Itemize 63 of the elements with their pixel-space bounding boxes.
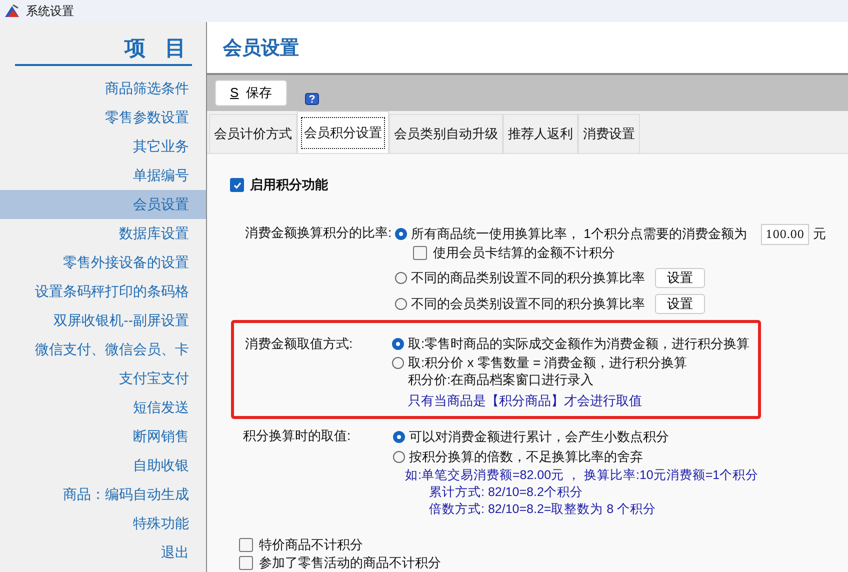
checkbox[interactable]: [239, 538, 253, 552]
amount-field[interactable]: 100.00: [760, 224, 809, 244]
option-label: 按积分换算的倍数，不足换算比率的舍弃: [409, 448, 643, 466]
sidebar-item[interactable]: 设置条码秤打印的条码格: [0, 277, 206, 306]
option-label: 可以对消费金额进行累计，会产生小数点积分: [409, 428, 669, 446]
window-title: 系统设置: [26, 2, 74, 20]
tab[interactable]: 消费设置: [578, 114, 640, 153]
sidebar-item[interactable]: 商品筛选条件: [0, 74, 206, 103]
radio-button[interactable]: [392, 357, 404, 369]
settings-button[interactable]: 设置: [655, 294, 705, 314]
sidebar-item[interactable]: 微信支付、微信会员、卡: [0, 335, 206, 364]
radio-button[interactable]: [392, 338, 404, 350]
example-text: 倍数方式: 82/10=8.2=取整数为 8 个积分: [428, 501, 658, 518]
sidebar-item[interactable]: 特殊功能: [0, 509, 206, 538]
radio-button[interactable]: [395, 272, 407, 284]
tab[interactable]: 会员积分设置: [297, 111, 389, 153]
settings-button[interactable]: 设置: [655, 268, 705, 288]
sidebar-item[interactable]: 其它业务: [0, 132, 206, 161]
example-text: 累计方式: 82/10=8.2个积分: [428, 484, 584, 501]
field-label: 消费金额取值方式:: [244, 335, 354, 353]
radio-button[interactable]: [393, 431, 405, 443]
sidebar-item[interactable]: 单据编号: [0, 161, 206, 190]
option-label: 不同的会员类别设置不同的积分换算比率: [411, 295, 645, 313]
option-label: 取:零售时商品的实际成交金额作为消费金额，进行积分换算: [408, 335, 750, 352]
radio-button[interactable]: [393, 451, 405, 463]
tab[interactable]: 会员计价方式: [209, 114, 297, 153]
check-icon: [232, 180, 242, 190]
sidebar-item[interactable]: 断网销售: [0, 422, 206, 451]
tab[interactable]: 推荐人返利: [503, 114, 578, 153]
option-label: 所有商品统一使用换算比率， 1个积分点需要的消费金额为: [411, 225, 747, 243]
radio-button[interactable]: [395, 228, 407, 240]
sidebar-item[interactable]: 零售外接设备的设置: [0, 248, 206, 277]
checkbox-label: 启用积分功能: [250, 176, 328, 194]
sidebar-item[interactable]: 数据库设置: [0, 219, 206, 248]
example-text: 如:单笔交易消费额=82.00元 ， 换算比率:10元消费额=1个积分: [405, 467, 759, 484]
sidebar-item[interactable]: 短信发送: [0, 393, 206, 422]
field-label: 积分换算时的取值:: [242, 427, 352, 445]
sidebar-item[interactable]: 支付宝支付: [0, 364, 206, 393]
checkbox[interactable]: [413, 246, 427, 260]
sidebar-heading: 项 目: [15, 34, 192, 66]
page-title: 会员设置: [223, 36, 299, 61]
option-label: 不同的商品类别设置不同的积分换算比率: [411, 269, 645, 287]
sidebar-item[interactable]: 自助收银: [0, 451, 206, 480]
checkbox-label: 使用会员卡结算的金额不计积分: [433, 244, 615, 262]
option-label: 取:积分价 x 零售数量 = 消费金额，进行积分换算: [408, 354, 688, 371]
option-label: 积分价:在商品档案窗口进行录入: [408, 371, 595, 388]
sidebar-item[interactable]: 退出: [0, 538, 206, 567]
app-logo-icon: [4, 4, 20, 18]
help-icon[interactable]: [305, 93, 319, 106]
checkbox-label: 参加了零售活动的商品不计积分: [259, 554, 441, 572]
sidebar-item[interactable]: 会员设置: [0, 190, 206, 219]
field-label: 消费金额换算积分的比率:: [244, 224, 393, 242]
sidebar-item[interactable]: 零售参数设置: [0, 103, 206, 132]
checkbox[interactable]: [230, 178, 244, 192]
checkbox-label: 特价商品不计积分: [259, 536, 363, 554]
tab[interactable]: 会员类别自动升级: [389, 114, 503, 153]
checkbox[interactable]: [239, 556, 253, 570]
save-button[interactable]: S 保存: [215, 80, 287, 106]
sidebar-item[interactable]: 商品：编码自动生成: [0, 480, 206, 509]
note-text: 只有当商品是【积分商品】才会进行取值: [408, 392, 643, 410]
unit-label: 元: [812, 225, 826, 243]
radio-button[interactable]: [395, 298, 407, 310]
sidebar-item[interactable]: 双屏收银机--副屏设置: [0, 306, 206, 335]
